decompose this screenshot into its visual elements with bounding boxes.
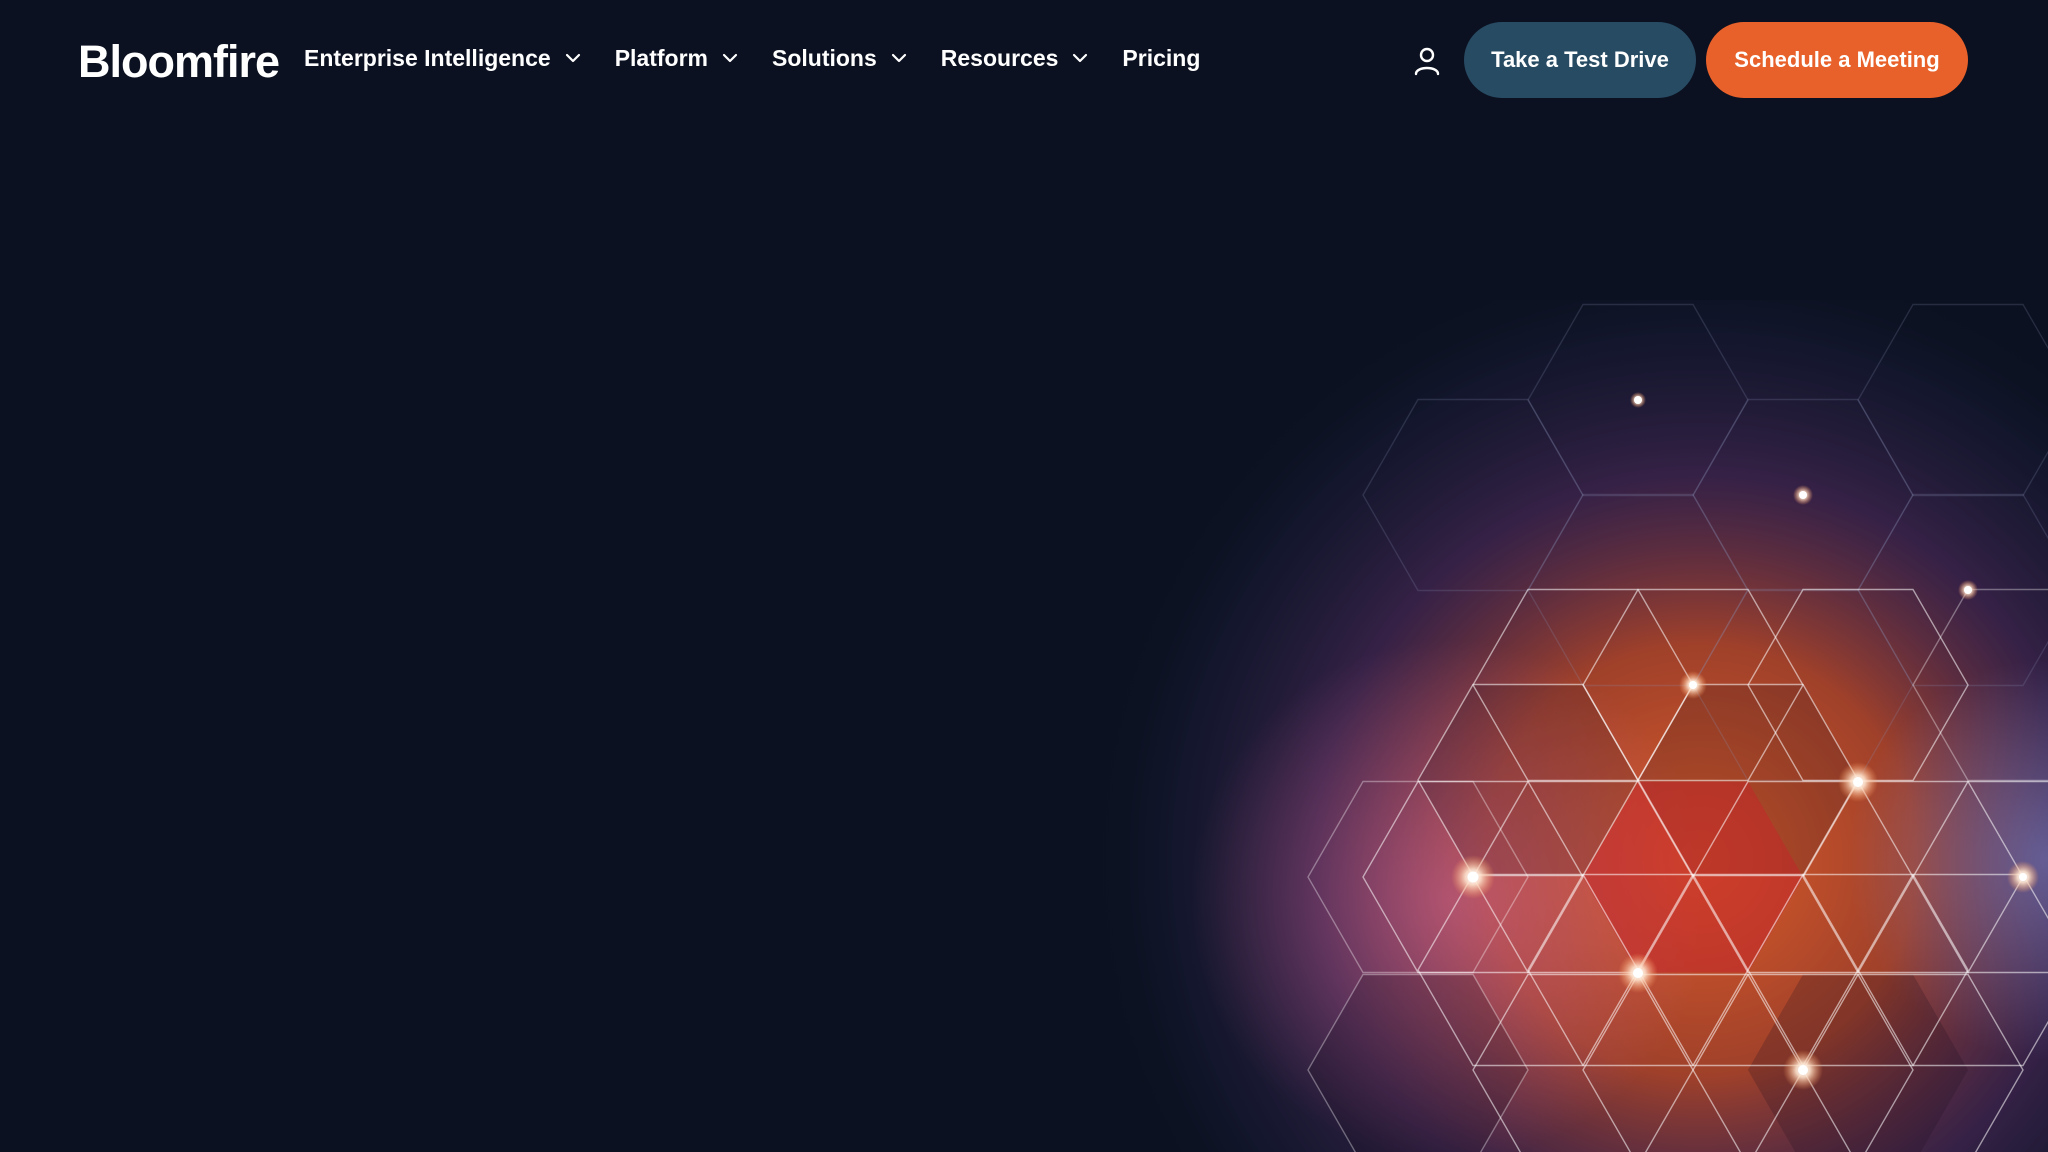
glow-node <box>1451 855 1495 899</box>
hexagon-shape <box>1692 398 1914 592</box>
nav-item-label: Resources <box>940 44 1059 71</box>
glow-node <box>2007 861 2039 893</box>
hexagon-shape <box>1857 493 2048 687</box>
hexagon-shape <box>1582 588 1804 782</box>
hexagon-shape <box>1472 973 1694 1152</box>
hexagon-shape <box>1527 493 1749 687</box>
hexagon-shape <box>1912 588 2048 782</box>
glow-node-core <box>2019 873 2027 881</box>
hexagon-shape <box>1637 683 1859 877</box>
nav-item-label: Platform <box>614 44 708 71</box>
hexagon-shape <box>1472 588 1694 782</box>
hexagon-shape <box>1418 684 1638 876</box>
glow-node <box>1958 580 1978 600</box>
hexagon-shape <box>1857 303 2048 497</box>
glow-node-core <box>1467 871 1479 883</box>
nav-item-label: Pricing <box>1122 44 1201 71</box>
hexagon-shape <box>1637 873 1859 1067</box>
hero-hexagon-graphic <box>700 300 2048 1152</box>
hexagon-shape <box>1802 973 2024 1152</box>
hexagon-shape <box>1472 780 1694 974</box>
hexagon-shape <box>1307 973 1529 1152</box>
hexagon-shape <box>1692 588 1914 782</box>
nav-item-platform[interactable]: Platform <box>615 38 740 78</box>
hexagon-shape <box>1527 873 1749 1067</box>
hexagon-shape <box>1638 684 1858 876</box>
nav-item-solutions[interactable]: Solutions <box>772 38 909 78</box>
nav-item-pricing[interactable]: Pricing <box>1122 38 1200 78</box>
hexagon-shape <box>1527 303 1749 497</box>
chevron-down-icon <box>722 53 738 63</box>
glow-node <box>1838 762 1878 802</box>
glow-node-core <box>1799 491 1807 499</box>
nav-item-resources[interactable]: Resources <box>941 38 1091 78</box>
bloomfire-logo[interactable]: Bloomfire <box>78 34 280 90</box>
hexagon-shape <box>1308 974 1528 1152</box>
hexagon-shape <box>1857 873 2048 1067</box>
glow-node-core <box>1964 586 1972 594</box>
hexagon-shape <box>1802 780 2024 974</box>
chevron-down-icon <box>565 53 580 63</box>
nav-item-label: Enterprise Intelligence <box>304 44 551 71</box>
schedule-meeting-button[interactable]: Schedule a Meeting <box>1706 22 1968 98</box>
hexagon-shape <box>1747 588 1969 782</box>
glow-node-core <box>1634 396 1642 404</box>
glow-node <box>1783 1050 1823 1090</box>
glow-node-core <box>1798 1065 1808 1075</box>
hexagon-shape <box>1417 683 1639 877</box>
hexagon-shape <box>1583 781 1803 973</box>
glow-node-core <box>1689 681 1697 689</box>
main-nav: Enterprise Intelligence Platform Solutio… <box>304 38 1232 78</box>
glow-node <box>1630 392 1646 408</box>
site-header: Bloomfire Enterprise Intelligence Platfo… <box>0 0 2048 122</box>
glow-node-core <box>1633 968 1643 978</box>
hexagon-shape <box>1582 973 1804 1152</box>
glow-node <box>1679 671 1707 699</box>
glow-node-core <box>1853 777 1863 787</box>
glow-node <box>1793 485 1813 505</box>
hexagon-shape <box>1362 780 1584 974</box>
hexagon-shape <box>1692 780 1914 974</box>
hexagon-shape <box>1912 780 2048 974</box>
page: Bloomfire Enterprise Intelligence Platfo… <box>0 0 2048 1152</box>
hexagon-shape <box>1692 973 1914 1152</box>
chevron-down-icon <box>891 53 906 63</box>
glow-node <box>1618 953 1658 993</box>
hexagon-shape <box>1417 873 1639 1067</box>
nav-item-label: Solutions <box>772 44 877 71</box>
take-test-drive-button[interactable]: Take a Test Drive <box>1464 22 1696 98</box>
chevron-down-icon <box>1073 53 1088 63</box>
hexagon-shape <box>1747 873 1969 1067</box>
user-icon[interactable] <box>1412 45 1442 77</box>
nav-item-enterprise-intelligence[interactable]: Enterprise Intelligence <box>304 38 583 78</box>
hexagon-shape <box>1362 398 1584 592</box>
hexagon-shape <box>1307 780 1529 974</box>
hexagon-shape <box>1748 974 1968 1152</box>
